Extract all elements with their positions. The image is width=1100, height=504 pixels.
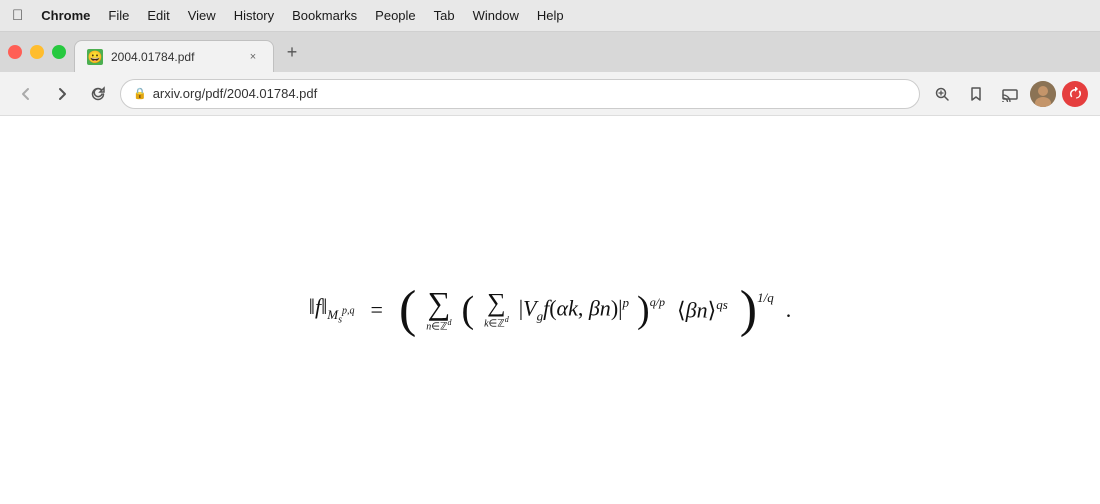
tab-close-button[interactable]: × (245, 49, 261, 65)
user-avatar[interactable] (1030, 81, 1056, 107)
inner-left-paren: ( (461, 291, 474, 329)
inner-right-paren-group: ) q/p (637, 291, 665, 329)
lock-icon: 🔒 (133, 87, 147, 100)
tab-favicon-icon: 😀 (87, 49, 103, 65)
inner-sum: ∑ k∈ℤd (484, 290, 509, 329)
reload-button[interactable] (84, 80, 112, 108)
window-controls-group (8, 45, 74, 59)
cast-button[interactable] (996, 80, 1024, 108)
tabbar: 😀 2004.01784.pdf × + (0, 32, 1100, 72)
address-bar[interactable]: 🔒 arxiv.org/pdf/2004.01784.pdf (120, 79, 920, 109)
inner-right-paren: ) (637, 291, 650, 329)
close-window-button[interactable] (8, 45, 22, 59)
period: . (786, 297, 792, 323)
back-button[interactable] (12, 80, 40, 108)
window-controls (8, 45, 66, 59)
inner-expression: |Vgf(αk, βn)|p (519, 295, 629, 325)
maximize-window-button[interactable] (52, 45, 66, 59)
norm-expression: ‖f‖Msp,q (309, 294, 355, 326)
menu-window[interactable]: Window (473, 8, 519, 23)
menu-file[interactable]: File (108, 8, 129, 23)
menu-tab[interactable]: Tab (434, 8, 455, 23)
outer-right-paren: ) (740, 284, 757, 336)
pdf-content: ‖f‖Msp,q = ( ∑ n∈ℤd ( ∑ k∈ℤd |Vgf(αk, βn… (0, 116, 1100, 504)
forward-button[interactable] (48, 80, 76, 108)
outer-right-paren-group: ) 1/q (740, 284, 774, 336)
tab-title: 2004.01784.pdf (111, 50, 237, 64)
equals-sign: = (371, 297, 383, 323)
angle-bracket-expression: ⟨βn⟩qs (677, 297, 728, 323)
menu-history[interactable]: History (234, 8, 274, 23)
toolbar: 🔒 arxiv.org/pdf/2004.01784.pdf (0, 72, 1100, 116)
menu-help[interactable]: Help (537, 8, 564, 23)
url-text: arxiv.org/pdf/2004.01784.pdf (153, 86, 907, 101)
apple-logo-icon:  (12, 7, 23, 24)
outer-sum: ∑ n∈ℤd (426, 287, 451, 332)
new-tab-button[interactable]: + (278, 38, 306, 66)
toolbar-actions (928, 80, 1088, 108)
math-formula: ‖f‖Msp,q = ( ∑ n∈ℤd ( ∑ k∈ℤd |Vgf(αk, βn… (309, 284, 791, 336)
menu-chrome[interactable]: Chrome (41, 8, 90, 23)
active-tab[interactable]: 😀 2004.01784.pdf × (74, 40, 274, 72)
menu-bookmarks[interactable]: Bookmarks (292, 8, 357, 23)
zoom-search-button[interactable] (928, 80, 956, 108)
outer-left-paren: ( (399, 284, 416, 336)
minimize-window-button[interactable] (30, 45, 44, 59)
menu-people[interactable]: People (375, 8, 415, 23)
menu-edit[interactable]: Edit (147, 8, 169, 23)
menubar:  Chrome File Edit View History Bookmark… (0, 0, 1100, 32)
bookmark-button[interactable] (962, 80, 990, 108)
menu-view[interactable]: View (188, 8, 216, 23)
update-button[interactable] (1062, 81, 1088, 107)
